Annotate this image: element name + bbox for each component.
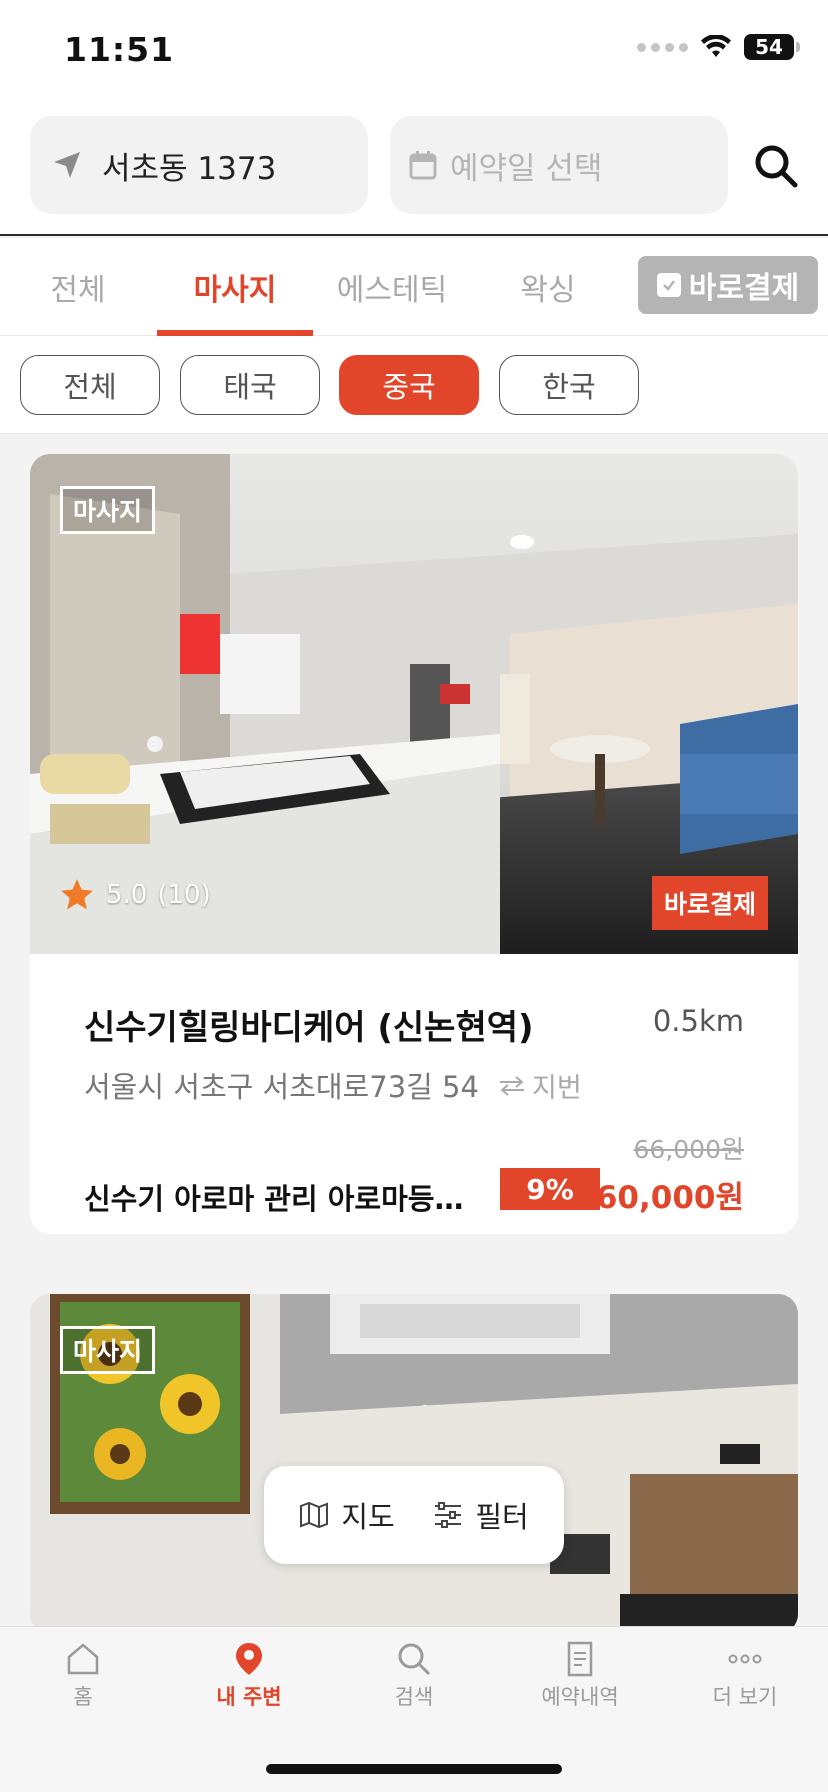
distance: 0.5km [652, 1004, 744, 1038]
filter-button[interactable]: 필터 [433, 1494, 529, 1536]
checkbox-icon [656, 273, 681, 297]
map-label: 지도 [341, 1500, 395, 1534]
tab-waxing[interactable]: 왁싱 [470, 238, 626, 336]
map-filter-bar: 지도 필터 [264, 1466, 564, 1564]
nav-label: 더 보기 [712, 1685, 778, 1709]
tab-all[interactable]: 전체 [0, 238, 156, 336]
listing-card[interactable]: 마사지 [30, 1294, 798, 1634]
chip-chinese[interactable]: 중국 [339, 355, 479, 415]
review-count: (10) [157, 880, 211, 910]
nav-label: 검색 [394, 1685, 434, 1709]
date-placeholder: 예약일 선택 [450, 150, 603, 187]
jibun-label: 지번 [532, 1073, 582, 1104]
more-icon [728, 1654, 762, 1664]
nav-home[interactable]: 홈 [0, 1641, 166, 1711]
location-pin-icon [236, 1643, 262, 1675]
chip-korean[interactable]: 한국 [499, 355, 639, 415]
shop-photo: 마사지 5.0 (10) 바로결제 [30, 454, 798, 954]
nav-label: 내 주변 [216, 1685, 282, 1709]
nav-label: 홈 [73, 1685, 93, 1709]
listing-info: 신수기힐링바디케어 (신논현역) 0.5km 서울시 서초구 서초대로73길 5… [30, 954, 798, 1234]
jibun-toggle[interactable]: 지번 [498, 1066, 582, 1105]
search-header: 서초동 1373 예약일 선택 [0, 100, 828, 236]
discount-badge: 9% [500, 1168, 600, 1210]
original-price: 66,000원 [633, 1135, 744, 1164]
tab-massage[interactable]: 마사지 [157, 238, 313, 336]
navigation-arrow-icon [54, 152, 80, 178]
category-tag: 마사지 [60, 486, 156, 534]
search-icon[interactable] [752, 142, 800, 190]
star-icon [61, 879, 93, 910]
listing-card[interactable]: 마사지 5.0 (10) 바로결제 신수기힐링바디케어 (신논현역) 0.5km… [30, 454, 798, 1234]
address: 서울시 서초구 서초대로73길 54 [84, 1070, 479, 1104]
shop-name: 신수기힐링바디케어 (신논현역) [84, 1008, 534, 1048]
map-icon [300, 1501, 329, 1529]
calendar-icon [409, 151, 437, 180]
chip-thai[interactable]: 태국 [180, 355, 320, 415]
nav-nearby[interactable]: 내 주변 [166, 1641, 332, 1711]
sale-price: 60,000원 [595, 1180, 744, 1216]
map-button[interactable]: 지도 [299, 1494, 395, 1536]
location-selector[interactable]: 서초동 1373 [30, 116, 368, 214]
rating: 5.0 (10) [58, 876, 211, 914]
category-tabs: 전체 마사지 에스테틱 왁싱 바로결제 [0, 238, 828, 336]
status-time: 11:51 [64, 30, 175, 69]
service-name: 신수기 아로마 관리 아로마등… [84, 1182, 464, 1216]
location-text: 서초동 1373 [102, 150, 277, 187]
status-icons: 54 [637, 34, 800, 60]
nav-label: 예약내역 [541, 1685, 619, 1709]
nav-search[interactable]: 검색 [331, 1641, 497, 1711]
filter-sliders-icon [435, 1502, 462, 1528]
wifi-icon [701, 35, 731, 57]
cellular-signal-icon [637, 42, 688, 52]
nav-reservations[interactable]: 예약내역 [497, 1641, 663, 1711]
nav-more[interactable]: 더 보기 [662, 1641, 828, 1711]
instant-pay-toggle[interactable]: 바로결제 [638, 256, 818, 314]
origin-filter-chips: 전체 태국 중국 한국 [0, 336, 828, 434]
rating-score: 5.0 [106, 880, 148, 910]
filter-label: 필터 [475, 1500, 529, 1534]
chip-all[interactable]: 전체 [20, 355, 160, 415]
instant-pay-badge: 바로결제 [651, 876, 768, 930]
category-tag: 마사지 [60, 1326, 156, 1374]
tab-esthetic[interactable]: 에스테틱 [314, 238, 470, 336]
date-selector[interactable]: 예약일 선택 [390, 116, 728, 214]
status-bar: 11:51 54 [0, 0, 828, 100]
home-indicator[interactable] [266, 1764, 562, 1774]
shop-photo: 마사지 [30, 1294, 798, 1634]
document-icon [567, 1641, 593, 1677]
search-icon [398, 1643, 431, 1676]
instant-pay-label: 바로결제 [688, 271, 800, 306]
swap-arrows-icon [500, 1075, 524, 1096]
battery-icon: 54 [744, 34, 800, 60]
home-icon [67, 1643, 99, 1675]
